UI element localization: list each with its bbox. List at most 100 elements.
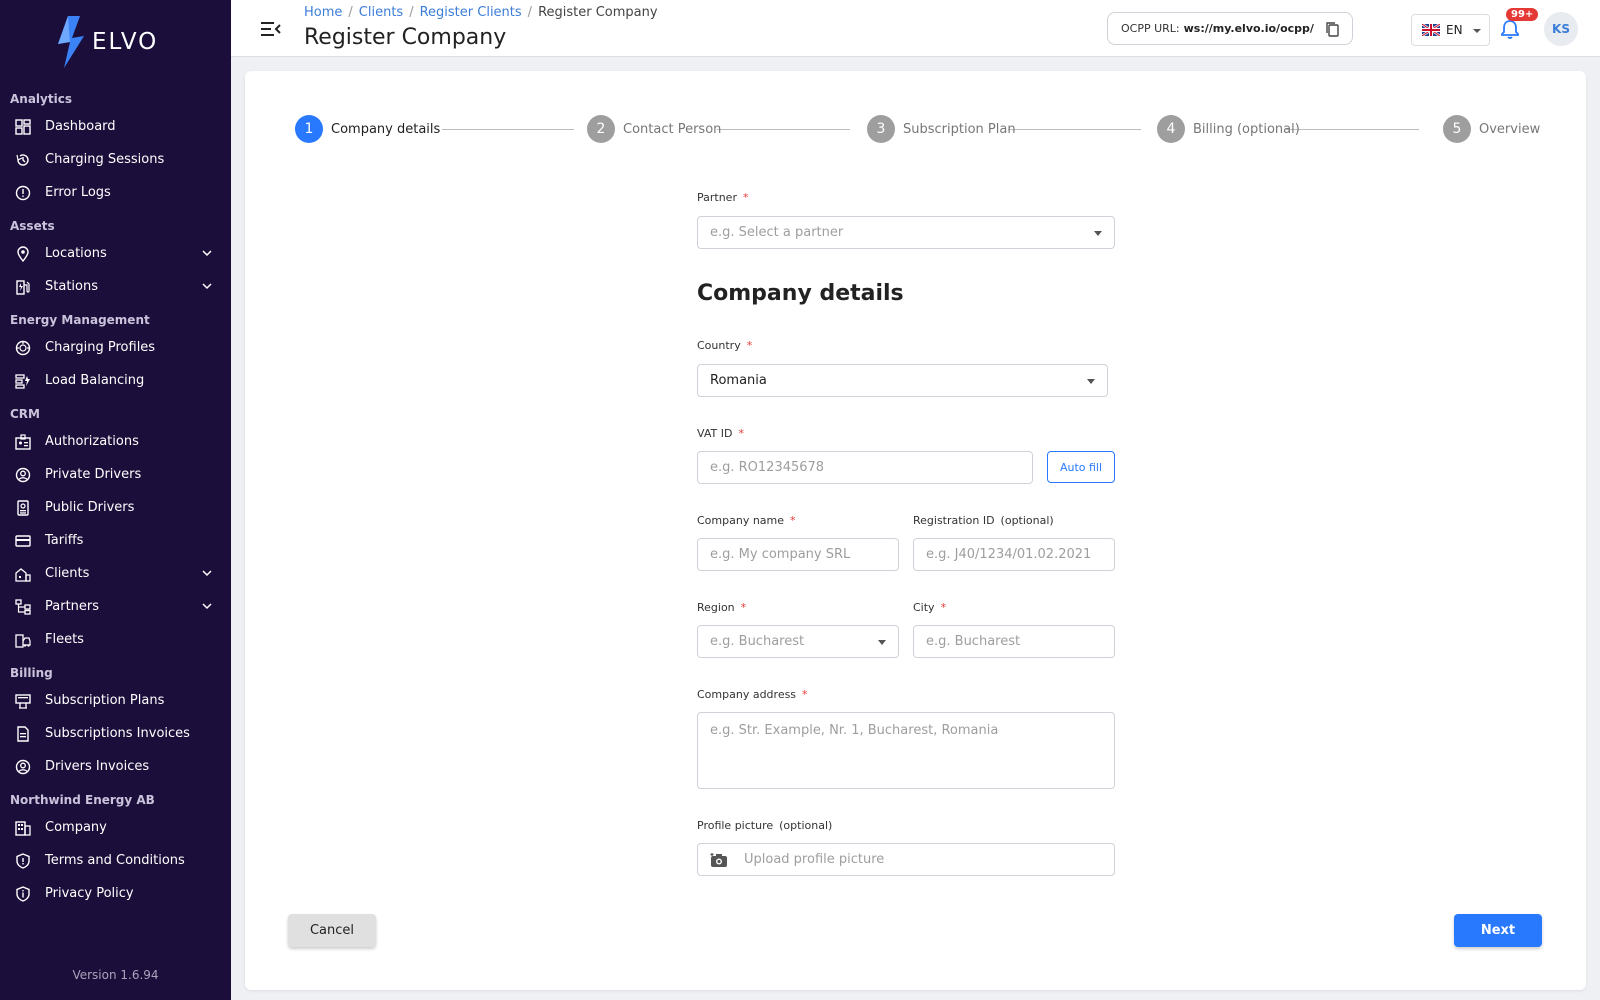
shield-check-icon bbox=[15, 885, 31, 902]
sidebar-item-label: Clients bbox=[45, 566, 90, 581]
chevron-down-icon[interactable] bbox=[201, 567, 213, 579]
notification-bell-icon[interactable] bbox=[1499, 18, 1521, 40]
stepper: 1 Company details 2 Contact Person 3 Sub… bbox=[295, 115, 1540, 145]
shield-icon bbox=[15, 852, 31, 869]
clients-icon bbox=[15, 566, 31, 582]
sidebar-item-fleets[interactable]: Fleets bbox=[0, 623, 231, 656]
sidebar-item-label: Company bbox=[45, 820, 107, 835]
step-company-details[interactable]: 1 Company details bbox=[295, 115, 440, 143]
step-label: Contact Person bbox=[623, 121, 722, 137]
step-billing[interactable]: 4 Billing (optional) bbox=[1157, 115, 1300, 143]
step-connector bbox=[1008, 129, 1141, 130]
next-button[interactable]: Next bbox=[1454, 914, 1542, 947]
step-label: Company details bbox=[331, 121, 441, 137]
user-avatar[interactable]: KS bbox=[1544, 12, 1578, 46]
company-name-input[interactable]: e.g. My company SRL bbox=[697, 538, 899, 571]
sidebar-item-label: Error Logs bbox=[45, 185, 111, 200]
address-textarea[interactable]: e.g. Str. Example, Nr. 1, Bucharest, Rom… bbox=[697, 712, 1115, 789]
breadcrumb-clients[interactable]: Clients bbox=[359, 5, 403, 20]
vat-placeholder: e.g. RO12345678 bbox=[710, 460, 825, 475]
sidebar-item-stations[interactable]: Stations bbox=[0, 270, 231, 303]
ocpp-url-box: OCPP URL: ws://my.elvo.io/ocpp/ bbox=[1107, 12, 1353, 45]
sidebar-item-tariffs[interactable]: Tariffs bbox=[0, 524, 231, 557]
badge-icon bbox=[15, 433, 31, 450]
location-pin-icon bbox=[15, 245, 31, 262]
elvo-logo[interactable]: ELVO bbox=[56, 16, 158, 68]
sidebar-item-label: Terms and Conditions bbox=[45, 853, 185, 868]
country-label: Country * bbox=[697, 339, 753, 352]
menu-collapse-icon[interactable] bbox=[261, 20, 281, 38]
profile-picture-placeholder: Upload profile picture bbox=[744, 852, 885, 867]
ocpp-label: OCPP URL: bbox=[1121, 22, 1180, 35]
sidebar-item-load-balancing[interactable]: Load Balancing bbox=[0, 364, 231, 397]
ev-station-icon bbox=[15, 279, 31, 295]
step-label: Billing (optional) bbox=[1193, 121, 1300, 137]
breadcrumb: Home / Clients / Register Clients / Register C… bbox=[304, 5, 658, 20]
top-header: Home / Clients / Register Clients / Register C… bbox=[231, 0, 1600, 57]
credit-card-icon bbox=[15, 533, 31, 549]
address-placeholder: e.g. Str. Example, Nr. 1, Bucharest, Rom… bbox=[710, 723, 999, 738]
step-subscription-plan[interactable]: 3 Subscription Plan bbox=[867, 115, 1016, 143]
cancel-button[interactable]: Cancel bbox=[288, 914, 376, 947]
city-placeholder: e.g. Bucharest bbox=[926, 634, 1021, 649]
sidebar-item-charging-sessions[interactable]: Charging Sessions bbox=[0, 143, 231, 176]
notification-badge: 99+ bbox=[1506, 8, 1539, 21]
nav-section-title: Analytics bbox=[10, 92, 72, 106]
sidebar-item-dashboard[interactable]: Dashboard bbox=[0, 110, 231, 143]
registration-input[interactable]: e.g. J40/1234/01.02.2021 bbox=[913, 538, 1115, 571]
language-code: EN bbox=[1446, 23, 1463, 37]
sidebar-item-label: Tariffs bbox=[45, 533, 84, 548]
breadcrumb-register-clients[interactable]: Register Clients bbox=[420, 5, 522, 20]
nav-section-title: Energy Management bbox=[10, 313, 150, 327]
language-select[interactable]: EN bbox=[1411, 14, 1490, 46]
plans-icon bbox=[15, 693, 31, 709]
company-name-placeholder: e.g. My company SRL bbox=[710, 547, 851, 562]
sidebar-item-partners[interactable]: Partners bbox=[0, 590, 231, 623]
step-contact-person[interactable]: 2 Contact Person bbox=[587, 115, 721, 143]
chevron-down-icon[interactable] bbox=[201, 247, 213, 259]
invoice-icon bbox=[15, 725, 31, 742]
vat-input[interactable]: e.g. RO12345678 bbox=[697, 451, 1033, 484]
country-value: Romania bbox=[710, 373, 767, 388]
sidebar: ELVO Analytics Dashboard Charging Sessions… bbox=[0, 0, 231, 1000]
sidebar-item-subscriptions-invoices[interactable]: Subscriptions Invoices bbox=[0, 717, 231, 750]
sidebar-nav: Analytics Dashboard Charging Sessions Error… bbox=[0, 82, 231, 910]
breadcrumb-home[interactable]: Home bbox=[304, 5, 342, 20]
copy-icon[interactable] bbox=[1324, 21, 1340, 37]
autofill-button[interactable]: Auto fill bbox=[1047, 451, 1115, 483]
region-select[interactable]: e.g. Bucharest bbox=[697, 625, 899, 658]
sidebar-item-label: Charging Sessions bbox=[45, 152, 165, 167]
dropdown-arrow-icon bbox=[1087, 379, 1095, 384]
fleet-icon bbox=[15, 632, 31, 648]
profile-picture-upload[interactable]: Upload profile picture bbox=[697, 843, 1115, 876]
sidebar-item-subscription-plans[interactable]: Subscription Plans bbox=[0, 684, 231, 717]
city-input[interactable]: e.g. Bucharest bbox=[913, 625, 1115, 658]
step-number: 1 bbox=[295, 115, 323, 143]
step-number: 5 bbox=[1443, 115, 1471, 143]
sidebar-item-locations[interactable]: Locations bbox=[0, 237, 231, 270]
sidebar-item-private-drivers[interactable]: Private Drivers bbox=[0, 458, 231, 491]
sidebar-item-public-drivers[interactable]: Public Drivers bbox=[0, 491, 231, 524]
sidebar-item-company[interactable]: Company bbox=[0, 811, 231, 844]
sidebar-item-label: Fleets bbox=[45, 632, 84, 647]
step-number: 2 bbox=[587, 115, 615, 143]
registration-label: Registration ID (optional) bbox=[913, 514, 1054, 527]
chevron-down-icon[interactable] bbox=[201, 600, 213, 612]
sidebar-item-charging-profiles[interactable]: Charging Profiles bbox=[0, 331, 231, 364]
partner-select[interactable]: e.g. Select a partner bbox=[697, 216, 1115, 249]
step-connector bbox=[1286, 129, 1419, 130]
sidebar-item-authorizations[interactable]: Authorizations bbox=[0, 425, 231, 458]
dropdown-arrow-icon bbox=[1094, 231, 1102, 236]
sidebar-item-terms-and-conditions[interactable]: Terms and Conditions bbox=[0, 844, 231, 877]
chevron-down-icon[interactable] bbox=[201, 280, 213, 292]
ocpp-url: ws://my.elvo.io/ocpp/ bbox=[1183, 22, 1314, 35]
city-label: City * bbox=[913, 601, 947, 614]
sidebar-item-label: Privacy Policy bbox=[45, 886, 134, 901]
country-select[interactable]: Romania bbox=[697, 364, 1108, 397]
sidebar-item-privacy-policy[interactable]: Privacy Policy bbox=[0, 877, 231, 910]
sidebar-item-clients[interactable]: Clients bbox=[0, 557, 231, 590]
step-overview[interactable]: 5 Overview bbox=[1443, 115, 1540, 143]
sidebar-item-error-logs[interactable]: Error Logs bbox=[0, 176, 231, 209]
step-number: 4 bbox=[1157, 115, 1185, 143]
sidebar-item-drivers-invoices[interactable]: Drivers Invoices bbox=[0, 750, 231, 783]
